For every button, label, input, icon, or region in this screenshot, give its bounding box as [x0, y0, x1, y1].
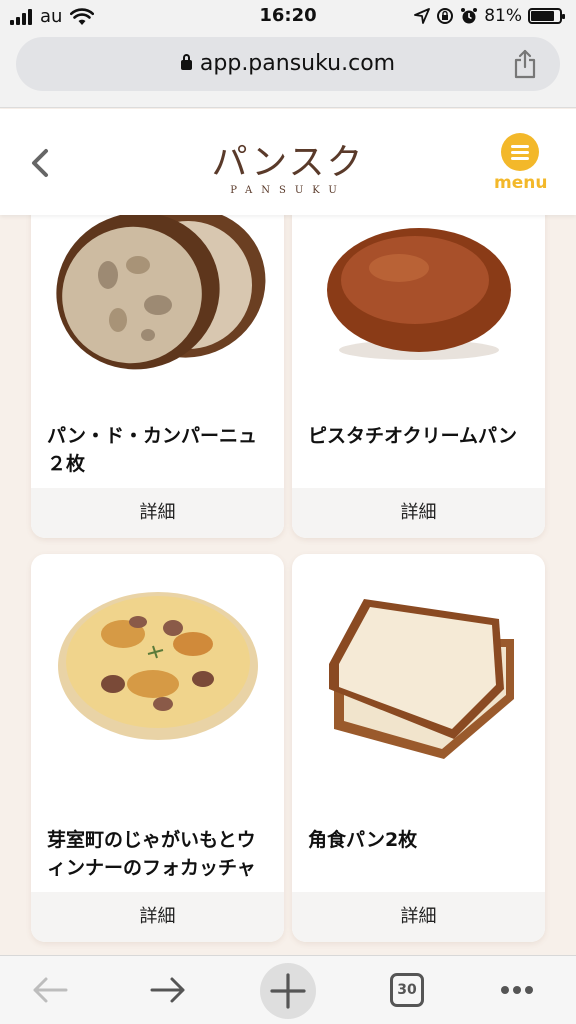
battery-icon: [528, 8, 565, 24]
product-name-line1: 芽室町のじゃがいもとウ: [47, 829, 256, 851]
product-card[interactable]: ピスタチオクリームパン 詳細: [292, 190, 545, 538]
product-image-shokupan[interactable]: [292, 554, 545, 784]
product-name[interactable]: 角食パン2枚: [308, 826, 533, 854]
back-button[interactable]: [28, 968, 72, 1012]
product-name-line1: パン・ド・カンパーニュ: [47, 425, 257, 447]
address-bar[interactable]: app.pansuku.com: [16, 37, 560, 91]
site-logo[interactable]: パンスク PANSUKU: [0, 133, 576, 196]
product-card[interactable]: 角食パン2枚 詳細: [292, 554, 545, 942]
alarm-icon: [461, 8, 478, 24]
menu-button[interactable]: menu: [494, 133, 548, 193]
logo-japanese: パンスク: [211, 142, 365, 183]
status-bar: au 16:20 81%: [0, 0, 576, 32]
detail-button[interactable]: 詳細: [292, 488, 545, 538]
battery-percent: 81%: [484, 6, 522, 26]
detail-button[interactable]: 詳細: [31, 892, 284, 942]
new-tab-button[interactable]: [260, 963, 316, 1019]
detail-button[interactable]: 詳細: [292, 892, 545, 942]
arrow-left-icon: [33, 977, 68, 1003]
product-card[interactable]: パン・ド・カンパーニュ ２枚 詳細: [31, 190, 284, 538]
site-header: パンスク PANSUKU menu: [0, 109, 576, 215]
url-text: app.pansuku.com: [199, 51, 396, 76]
more-icon[interactable]: [492, 968, 542, 1012]
product-name-line1: ピスタチオクリームパン: [308, 425, 518, 447]
status-right: 81%: [414, 6, 565, 26]
bread-campagne-image: [55, 208, 265, 370]
product-name[interactable]: 芽室町のじゃがいもとウ ィンナーのフォカッチャ: [47, 826, 272, 882]
bread-shokupan-image: [328, 599, 514, 759]
product-name-line2: ２枚: [47, 453, 86, 475]
address-text-wrap: app.pansuku.com: [16, 51, 560, 76]
product-name-line1: 角食パン2枚: [308, 829, 418, 851]
rotation-lock-icon: [437, 8, 454, 24]
forward-button[interactable]: [146, 968, 190, 1012]
hamburger-icon: [501, 133, 539, 171]
share-icon[interactable]: [512, 49, 538, 79]
bread-focaccia-image: [57, 592, 258, 740]
tabs-button[interactable]: 30: [390, 973, 424, 1007]
bread-pistachio-image: [326, 228, 511, 360]
product-image-focaccia[interactable]: [31, 554, 284, 784]
logo-english: PANSUKU: [230, 185, 346, 196]
product-name[interactable]: ピスタチオクリームパン: [308, 422, 533, 450]
product-card[interactable]: 芽室町のじゃがいもとウ ィンナーのフォカッチャ 詳細: [31, 554, 284, 942]
location-icon: [414, 8, 431, 24]
arrow-right-icon: [150, 977, 185, 1003]
product-image-campagne[interactable]: [31, 190, 284, 390]
product-name-line2: ィンナーのフォカッチャ: [47, 857, 256, 879]
product-image-pistachio[interactable]: [292, 190, 545, 390]
product-name[interactable]: パン・ド・カンパーニュ ２枚: [47, 422, 272, 478]
detail-button[interactable]: 詳細: [31, 488, 284, 538]
plus-icon: [270, 973, 306, 1009]
browser-url-area: app.pansuku.com: [0, 32, 576, 108]
lock-icon: [180, 54, 192, 70]
menu-label: menu: [494, 173, 548, 193]
browser-toolbar: 30: [0, 955, 576, 1024]
